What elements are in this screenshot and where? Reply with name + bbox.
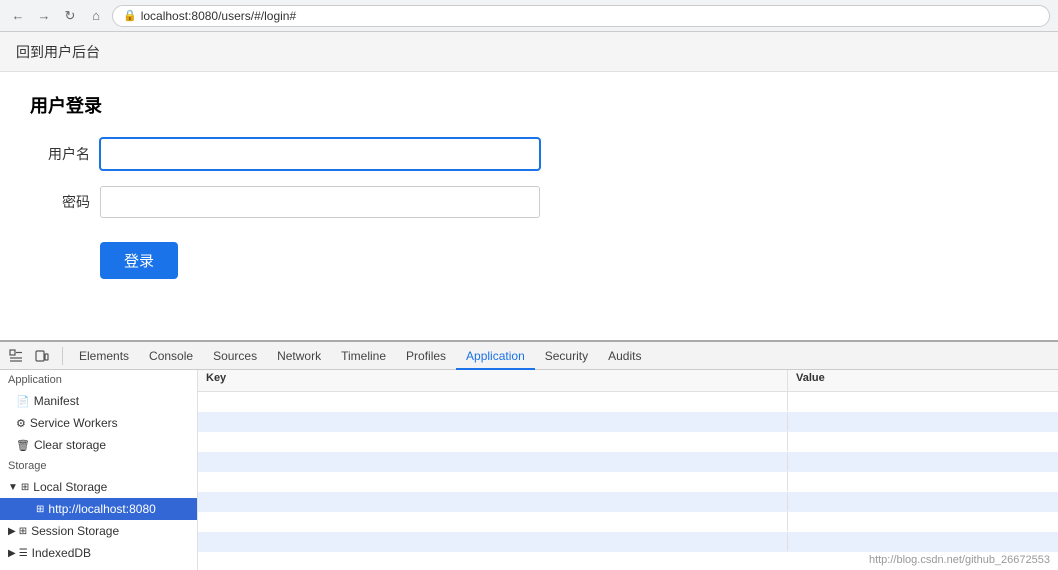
row-val <box>788 452 1058 471</box>
tab-timeline[interactable]: Timeline <box>331 342 396 370</box>
page-content: 回到用户后台 用户登录 用户名 密码 登录 <box>0 32 1058 299</box>
row-val <box>788 492 1058 511</box>
local-storage-child-label: http://localhost:8080 <box>48 502 155 516</box>
url-text: localhost:8080/users/#/login# <box>141 9 296 23</box>
login-button[interactable]: 登录 <box>100 242 178 279</box>
address-bar[interactable]: 🔒 localhost:8080/users/#/login# <box>112 5 1050 27</box>
devtools-sidebar: Application 📄 Manifest ⚙ Service Workers… <box>0 370 198 570</box>
session-storage-label: Session Storage <box>31 524 119 538</box>
site-nav: 回到用户后台 <box>0 32 1058 72</box>
sidebar-item-clear-storage[interactable]: 🗑 Clear storage <box>0 434 197 456</box>
table-row[interactable] <box>198 472 1058 492</box>
sidebar-item-manifest[interactable]: 📄 Manifest <box>0 390 197 412</box>
table-header: Key Value <box>198 370 1058 392</box>
row-key <box>198 412 788 431</box>
service-workers-icon: ⚙ <box>16 417 26 430</box>
row-key <box>198 432 788 451</box>
tab-network[interactable]: Network <box>267 342 331 370</box>
tab-sources[interactable]: Sources <box>203 342 267 370</box>
tab-application[interactable]: Application <box>456 342 535 370</box>
row-key <box>198 392 788 411</box>
device-toolbar-icon[interactable] <box>30 344 54 368</box>
password-label: 密码 <box>30 192 90 212</box>
tab-separator <box>62 347 63 365</box>
application-section-label: Application <box>0 370 197 390</box>
storage-section-label: Storage <box>0 456 197 476</box>
table-row[interactable] <box>198 512 1058 532</box>
browser-toolbar: ← → ↻ ⌂ 🔒 localhost:8080/users/#/login# <box>0 0 1058 32</box>
tab-security[interactable]: Security <box>535 342 598 370</box>
table-row[interactable] <box>198 492 1058 512</box>
back-to-dashboard-link[interactable]: 回到用户后台 <box>16 34 100 70</box>
username-row: 用户名 <box>30 138 1028 170</box>
row-val <box>788 532 1058 551</box>
local-storage-child-localhost[interactable]: ⊞ http://localhost:8080 <box>0 498 197 520</box>
row-val <box>788 392 1058 411</box>
local-storage-grid-icon-child: ⊞ <box>36 504 44 515</box>
manifest-icon: 📄 <box>16 395 30 408</box>
forward-button[interactable]: → <box>34 6 54 26</box>
session-storage-triangle: ▶ <box>8 526 16 537</box>
password-input[interactable] <box>100 186 540 218</box>
local-storage-group: ▼ ⊞ Local Storage ⊞ http://localhost:808… <box>0 476 197 520</box>
tab-audits[interactable]: Audits <box>598 342 651 370</box>
row-val <box>788 472 1058 491</box>
local-storage-grid-icon: ⊞ <box>21 482 29 493</box>
lock-icon: 🔒 <box>123 9 137 22</box>
row-key <box>198 512 788 531</box>
row-key <box>198 532 788 551</box>
value-column-header: Value <box>788 370 1058 391</box>
login-title: 用户登录 <box>30 92 1028 118</box>
table-row[interactable] <box>198 392 1058 412</box>
service-workers-label: Service Workers <box>30 416 118 430</box>
indexed-db-header[interactable]: ▶ ☰ IndexedDB <box>0 542 197 564</box>
indexed-db-grid-icon: ☰ <box>19 548 28 559</box>
row-val <box>788 432 1058 451</box>
session-storage-header[interactable]: ▶ ⊞ Session Storage <box>0 520 197 542</box>
local-storage-label: Local Storage <box>33 480 107 494</box>
devtools-panel: Elements Console Sources Network Timelin… <box>0 340 1058 570</box>
table-row[interactable] <box>198 412 1058 432</box>
table-row[interactable] <box>198 452 1058 472</box>
password-row: 密码 <box>30 186 1028 218</box>
devtools-main: Key Value <box>198 370 1058 570</box>
key-column-header: Key <box>198 370 788 391</box>
clear-storage-icon: 🗑 <box>16 439 30 452</box>
row-key <box>198 472 788 491</box>
row-key <box>198 492 788 511</box>
tab-console[interactable]: Console <box>139 342 203 370</box>
table-rows <box>198 392 1058 570</box>
clear-storage-label: Clear storage <box>34 438 106 452</box>
manifest-label: Manifest <box>34 394 79 408</box>
table-row[interactable] <box>198 432 1058 452</box>
local-storage-header[interactable]: ▼ ⊞ Local Storage <box>0 476 197 498</box>
session-storage-group: ▶ ⊞ Session Storage <box>0 520 197 542</box>
session-storage-grid-icon: ⊞ <box>19 526 27 537</box>
row-val <box>788 512 1058 531</box>
sidebar-item-service-workers[interactable]: ⚙ Service Workers <box>0 412 197 434</box>
back-button[interactable]: ← <box>8 6 28 26</box>
tab-profiles[interactable]: Profiles <box>396 342 456 370</box>
indexed-db-triangle: ▶ <box>8 548 16 559</box>
table-row[interactable] <box>198 532 1058 552</box>
inspect-element-icon[interactable] <box>4 344 28 368</box>
login-section: 用户登录 用户名 密码 登录 <box>0 72 1058 299</box>
devtools-tab-bar: Elements Console Sources Network Timelin… <box>0 342 1058 370</box>
row-val <box>788 412 1058 431</box>
reload-button[interactable]: ↻ <box>60 6 80 26</box>
indexed-db-label: IndexedDB <box>32 546 91 560</box>
username-input[interactable] <box>100 138 540 170</box>
row-key <box>198 452 788 471</box>
home-button[interactable]: ⌂ <box>86 6 106 26</box>
devtools-body: Application 📄 Manifest ⚙ Service Workers… <box>0 370 1058 570</box>
local-storage-triangle: ▼ <box>8 482 18 493</box>
username-label: 用户名 <box>30 144 90 164</box>
tab-elements[interactable]: Elements <box>69 342 139 370</box>
